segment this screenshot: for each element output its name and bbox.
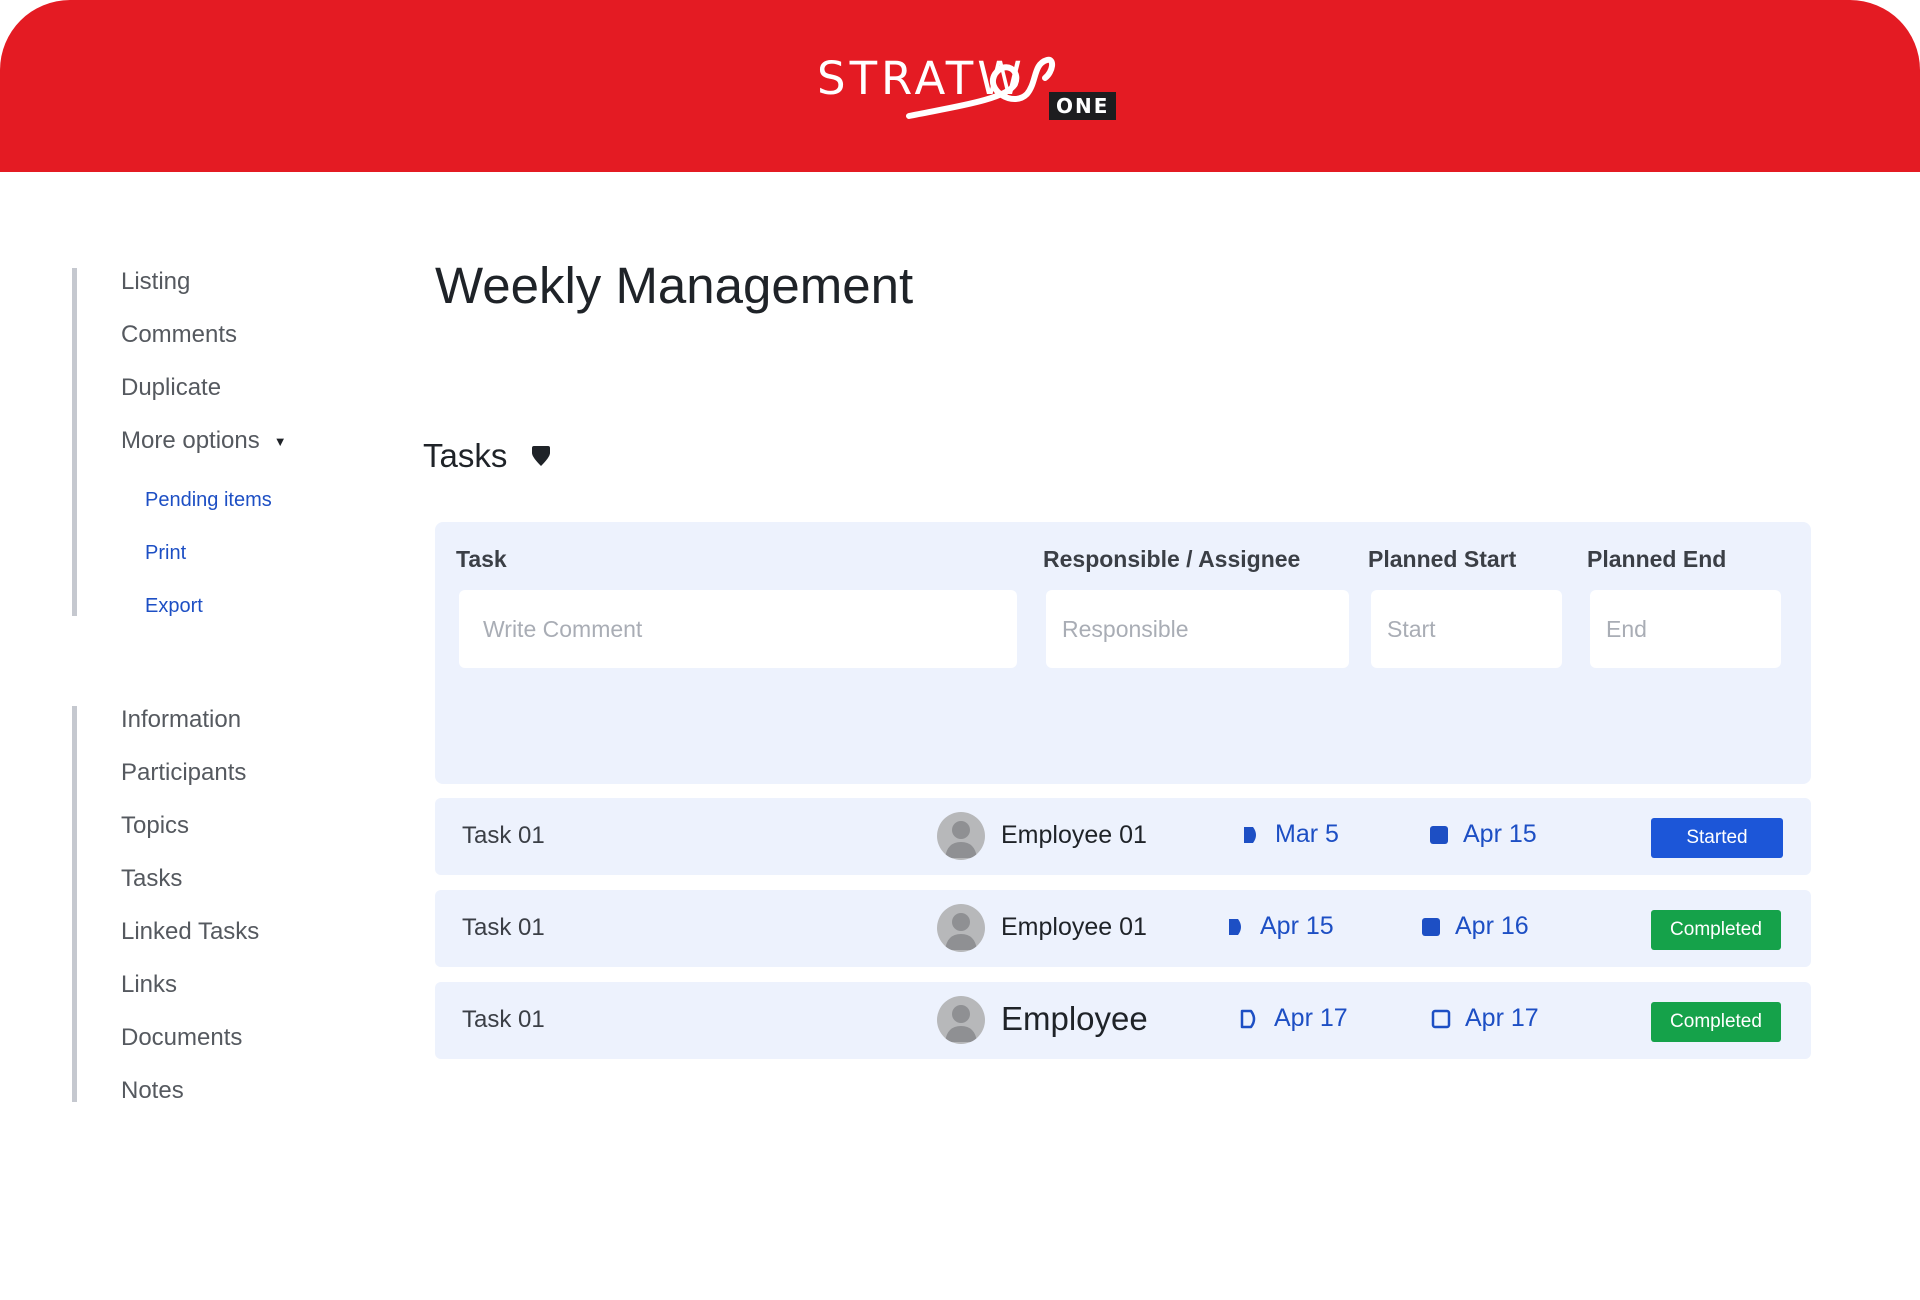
planned-start-date[interactable]: Mar 5 <box>1241 820 1339 849</box>
sidebar-item-more-options[interactable]: More options ▼ <box>121 427 287 455</box>
column-header-task: Task <box>456 546 507 572</box>
app-header: STRATW ONE <box>0 0 1920 172</box>
start-date-text: Mar 5 <box>1275 820 1339 848</box>
planned-start-date[interactable]: Apr 15 <box>1226 912 1334 941</box>
avatar <box>937 812 985 860</box>
start-play-icon <box>1229 918 1241 935</box>
assignee-name[interactable]: Employee 01 <box>1001 821 1147 850</box>
sidebar-item-notes[interactable]: Notes <box>121 1077 184 1105</box>
column-header-planned-end: Planned End <box>1587 546 1727 572</box>
end-date-text: Apr 16 <box>1455 912 1529 940</box>
assignee-name[interactable]: Employee <box>1001 1000 1148 1038</box>
column-header-planned-start: Planned Start <box>1368 546 1517 572</box>
column-header-responsible: Responsible / Assignee <box>1043 546 1301 572</box>
assignee-name[interactable]: Employee 01 <box>1001 913 1147 942</box>
planned-end-date[interactable]: Apr 17 <box>1431 1004 1539 1033</box>
sidebar-item-documents[interactable]: Documents <box>121 1024 242 1052</box>
status-badge[interactable]: Completed <box>1651 910 1781 950</box>
sidebar-sections-group: Information Participants Topics Tasks Li… <box>72 706 259 1104</box>
logo-badge: ONE <box>1049 92 1117 120</box>
end-stop-icon <box>1430 825 1448 844</box>
end-date-text: Apr 17 <box>1465 1004 1539 1032</box>
sidebar-item-information[interactable]: Information <box>121 706 241 734</box>
caret-down-icon: ▼ <box>273 434 287 450</box>
sidebar-actions-group: Listing Comments Duplicate More options ▼… <box>72 268 287 617</box>
sidebar-item-print[interactable]: Print <box>145 542 186 565</box>
status-badge[interactable]: Completed <box>1651 1002 1781 1042</box>
user-silhouette-icon <box>945 821 977 858</box>
collapse-caret-icon[interactable] <box>530 444 552 468</box>
start-play-outline-icon <box>1240 1009 1256 1028</box>
planned-end-date[interactable]: Apr 16 <box>1421 912 1529 941</box>
task-row[interactable]: Task 01 Employee 01 Mar 5 Apr 15 Started <box>435 798 1811 875</box>
tasks-section-title: Tasks <box>423 437 508 474</box>
more-options-label: More options <box>121 427 260 454</box>
planned-end-input[interactable] <box>1590 590 1781 668</box>
end-date-text: Apr 15 <box>1463 820 1537 848</box>
task-row[interactable]: Task 01 Employee Apr 17 Apr 17 Completed <box>435 982 1811 1059</box>
planned-start-date[interactable]: Apr 17 <box>1238 1004 1348 1033</box>
sidebar-item-duplicate[interactable]: Duplicate <box>121 374 221 402</box>
user-silhouette-icon <box>945 1005 977 1042</box>
planned-start-input[interactable] <box>1371 590 1562 668</box>
sidebar-item-linked-tasks[interactable]: Linked Tasks <box>121 918 259 946</box>
stratws-one-logo[interactable]: STRATW ONE <box>817 50 1117 125</box>
task-name: Task 01 <box>462 1006 545 1033</box>
task-name: Task 01 <box>462 822 545 849</box>
task-name: Task 01 <box>462 914 545 941</box>
end-stop-icon <box>1422 917 1440 936</box>
sidebar-item-topics[interactable]: Topics <box>121 812 189 840</box>
avatar <box>937 996 985 1044</box>
task-row[interactable]: Task 01 Employee 01 Apr 15 Apr 16 Comple… <box>435 890 1811 967</box>
sidebar-item-export[interactable]: Export <box>145 595 203 618</box>
start-date-text: Apr 17 <box>1274 1004 1348 1032</box>
sidebar-item-participants[interactable]: Participants <box>121 759 246 787</box>
end-stop-outline-icon <box>1431 1009 1451 1028</box>
sidebar-item-tasks[interactable]: Tasks <box>121 865 182 893</box>
start-play-icon <box>1244 826 1256 843</box>
start-date-text: Apr 15 <box>1260 912 1334 940</box>
task-comment-input[interactable] <box>459 590 1017 668</box>
responsible-input[interactable] <box>1046 590 1349 668</box>
page-title: Weekly Management <box>435 257 914 314</box>
avatar <box>937 904 985 952</box>
user-silhouette-icon <box>945 913 977 950</box>
sidebar-item-comments[interactable]: Comments <box>121 321 237 349</box>
new-task-form: Task Responsible / Assignee Planned Star… <box>435 522 1811 784</box>
planned-end-date[interactable]: Apr 15 <box>1429 820 1537 849</box>
sidebar-item-pending-items[interactable]: Pending items <box>145 489 272 512</box>
status-badge[interactable]: Started <box>1651 818 1783 858</box>
sidebar-item-listing[interactable]: Listing <box>121 268 190 296</box>
sidebar-item-links[interactable]: Links <box>121 971 177 999</box>
